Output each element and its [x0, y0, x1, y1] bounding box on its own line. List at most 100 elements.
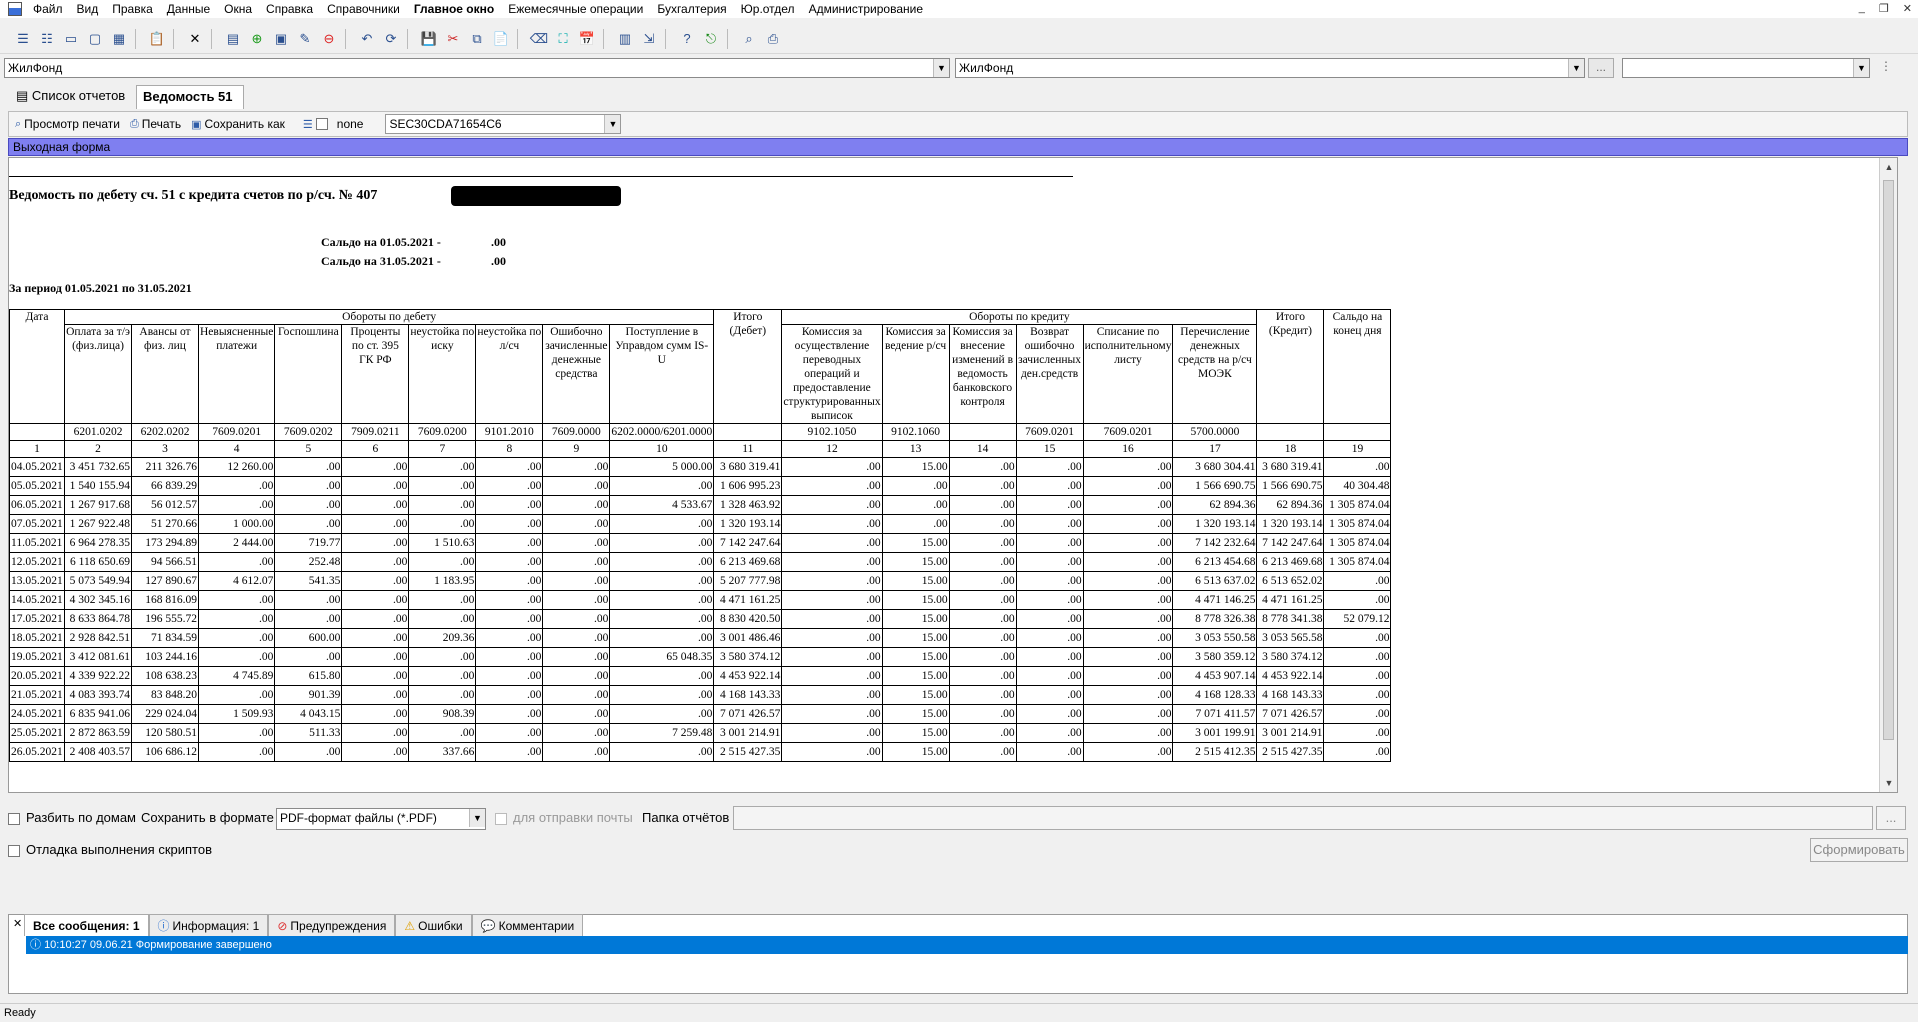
guid-select[interactable]: SEC30CDA71654C6▼ [385, 114, 621, 134]
tab-comments[interactable]: 💬Комментарии [472, 914, 584, 936]
eraser-icon[interactable]: ⌫ [528, 28, 550, 50]
list2-icon[interactable]: ☷ [36, 28, 58, 50]
table-cell: .00 [1016, 610, 1083, 629]
scroll-down-icon[interactable]: ▼ [1880, 774, 1898, 792]
close-icon[interactable]: ✕ [1903, 2, 1912, 15]
table-cell: 4 168 143.33 [714, 686, 782, 705]
table-cell: .00 [275, 648, 342, 667]
fit-icon[interactable]: ⛶ [552, 28, 574, 50]
extra-select[interactable]: ▼ [1622, 58, 1870, 78]
table-cell: 3 412 081.61 [65, 648, 132, 667]
save-format-select[interactable]: PDF-формат файлы (*.PDF)▼ [276, 808, 486, 830]
org-browse-button[interactable]: ... [1588, 58, 1614, 78]
window2-icon[interactable]: ▢ [84, 28, 106, 50]
tab-vedomost-51[interactable]: Ведомость 51 [136, 85, 244, 109]
open-icon[interactable]: ▤ [222, 28, 244, 50]
chevron-down-icon[interactable]: ▼ [604, 115, 620, 133]
menu-windows[interactable]: Окна [217, 0, 259, 18]
minimize-icon[interactable]: _ [1859, 2, 1865, 15]
debug-checkbox[interactable] [8, 845, 20, 857]
menu-accounting[interactable]: Бухгалтерия [650, 0, 733, 18]
message-row[interactable]: ⓘ 10:10:27 09.06.21 Формирование заверше… [26, 936, 1908, 954]
table-row: 12.05.20216 118 650.6994 566.51.00252.48… [10, 553, 1391, 572]
grid-icon[interactable]: ▦ [108, 28, 130, 50]
account-codes-row: 6201.02026202.02027609.02017609.02027909… [10, 424, 1391, 441]
for-mail-checkbox[interactable] [495, 813, 507, 825]
close-x-icon[interactable]: ✕ [184, 28, 206, 50]
tab-all-messages[interactable]: Все сообщения: 1 [24, 914, 149, 936]
table-cell: .00 [1083, 534, 1173, 553]
delete-icon[interactable]: ⊖ [318, 28, 340, 50]
table-cell: 7909.0211 [342, 424, 409, 441]
folder-input[interactable] [733, 806, 1873, 830]
more-icon[interactable]: ⋮ [1874, 58, 1898, 78]
cut-icon[interactable]: ✂ [442, 28, 464, 50]
chevron-down-icon[interactable]: ▼ [1853, 59, 1869, 77]
chevron-down-icon[interactable]: ▼ [469, 809, 485, 827]
list-icon[interactable]: ☰ [12, 28, 34, 50]
table-cell: 1 305 874.04 [1324, 534, 1391, 553]
scroll-up-icon[interactable]: ▲ [1880, 158, 1898, 176]
window-icon[interactable]: ▭ [60, 28, 82, 50]
org-left-select[interactable]: ЖилФонд ▼ [4, 58, 950, 78]
tab-errors[interactable]: ⚠Ошибки [395, 914, 471, 936]
save-as-button[interactable]: ▣Сохранить как [191, 117, 285, 131]
list-icon: ☰ [303, 118, 313, 131]
chevron-down-icon[interactable]: ▼ [1568, 59, 1584, 77]
menu-monthly[interactable]: Ежемесячные операции [501, 0, 650, 18]
table-cell: 07.05.2021 [10, 515, 65, 534]
for-mail-option[interactable]: для отправки почты [495, 810, 633, 825]
close-panel-icon[interactable]: ✕ [13, 917, 22, 930]
tab-info[interactable]: ⓘИнформация: 1 [149, 914, 269, 936]
app-icon[interactable] [8, 2, 22, 16]
menu-view[interactable]: Вид [70, 0, 106, 18]
menu-help[interactable]: Справка [259, 0, 320, 18]
menu-data[interactable]: Данные [160, 0, 217, 18]
paste-icon[interactable]: 📄 [490, 28, 512, 50]
refresh-icon[interactable]: ⟳ [380, 28, 402, 50]
folder-browse-button[interactable]: ... [1876, 806, 1906, 830]
add-icon[interactable]: ⊕ [246, 28, 268, 50]
none-checkbox[interactable] [316, 118, 328, 130]
calendar-icon[interactable]: 📅 [576, 28, 598, 50]
print-preview-button[interactable]: ⌕Просмотр печати [15, 117, 120, 131]
save-icon[interactable]: 💾 [418, 28, 440, 50]
build-button[interactable]: Сформировать [1810, 838, 1908, 862]
printer-icon[interactable]: ⎙ [762, 28, 784, 50]
menu-main-window[interactable]: Главное окно [407, 0, 501, 18]
report-icon[interactable]: ▥ [614, 28, 636, 50]
exit-icon[interactable]: ⎋ [700, 28, 722, 50]
tab-report-list[interactable]: ▤ Список отчетов [10, 85, 135, 109]
undo-icon[interactable]: ↶ [356, 28, 378, 50]
chevron-down-icon[interactable]: ▼ [933, 59, 949, 77]
scroll-thumb[interactable] [1883, 180, 1894, 740]
search-icon[interactable]: ⌕ [738, 28, 760, 50]
table-cell: 66 839.29 [132, 477, 199, 496]
saldo-end-value: .00 [491, 254, 506, 269]
table-cell [10, 424, 65, 441]
clipboard-icon[interactable]: 📋 [146, 28, 168, 50]
tab-warnings[interactable]: ⊘Предупреждения [268, 914, 395, 936]
menu-legal[interactable]: Юр.отдел [734, 0, 802, 18]
table-cell: 3 580 374.12 [1257, 648, 1324, 667]
help-icon[interactable]: ? [676, 28, 698, 50]
none-select[interactable]: ☰none [303, 117, 364, 131]
export-icon[interactable]: ⇲ [638, 28, 660, 50]
print-button[interactable]: ⎙Печать [130, 117, 181, 131]
org-right-select[interactable]: ЖилФонд ▼ [955, 58, 1585, 78]
menu-edit[interactable]: Правка [105, 0, 160, 18]
debug-option[interactable]: Отладка выполнения скриптов [8, 842, 212, 857]
split-by-house-option[interactable]: Разбить по домам [8, 810, 136, 825]
menu-directories[interactable]: Справочники [320, 0, 407, 18]
menu-admin[interactable]: Администрирование [802, 0, 930, 18]
restore-icon[interactable]: ❐ [1879, 2, 1889, 15]
table-cell: 6 513 652.02 [1257, 572, 1324, 591]
split-by-house-checkbox[interactable] [8, 813, 20, 825]
table-cell: .00 [782, 477, 882, 496]
vertical-scrollbar[interactable]: ▲ ▼ [1879, 158, 1897, 792]
copy-icon[interactable]: ⧉ [466, 28, 488, 50]
menu-file[interactable]: Файл [26, 0, 70, 18]
table-cell: 108 638.23 [132, 667, 199, 686]
folder-icon[interactable]: ▣ [270, 28, 292, 50]
edit-icon[interactable]: ✎ [294, 28, 316, 50]
